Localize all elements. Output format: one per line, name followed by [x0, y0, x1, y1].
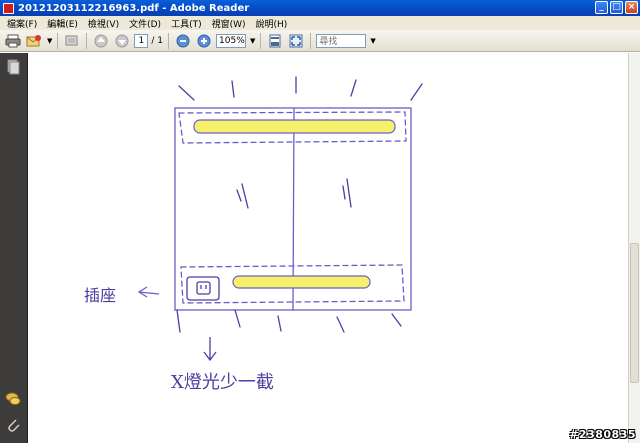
zoom-input[interactable]: 105% [216, 33, 247, 48]
minimize-button[interactable]: _ [595, 1, 608, 14]
toolbar: ▼ 1 / 1 105% ▼ 尋找 ▼ [0, 30, 640, 52]
menu-edit[interactable]: 編輯(E) [42, 17, 83, 30]
socket-arrow [137, 286, 160, 298]
next-page-button[interactable] [113, 33, 131, 49]
arrow-down-icon [115, 34, 129, 47]
chevron-down-icon[interactable]: ▼ [370, 37, 375, 45]
select-hand-icon [65, 35, 78, 45]
email-button[interactable] [25, 33, 43, 49]
document-page: 插座 X燈光少一截 [29, 53, 628, 443]
prev-page-button[interactable] [92, 33, 110, 49]
lamp-note-label: X燈光少一截 [171, 372, 274, 393]
toolbar-divider [310, 32, 312, 49]
page-total: / 1 [151, 35, 164, 46]
fit-page-icon [269, 34, 281, 47]
close-button[interactable]: × [625, 1, 638, 14]
window-controls: _ □ × [595, 1, 638, 14]
watermark: #2380835 [569, 428, 636, 441]
socket-label: 插座 [84, 286, 116, 305]
title-bar: 20121203112216963.pdf - Adobe Reader _ □… [0, 0, 640, 16]
menu-help[interactable]: 說明(H) [251, 17, 293, 30]
adobe-reader-icon [3, 2, 14, 14]
toolbar-divider [168, 32, 170, 49]
comments-icon[interactable] [5, 391, 21, 407]
maximize-button[interactable]: □ [610, 1, 623, 14]
menu-view[interactable]: 檢視(V) [83, 17, 124, 30]
chevron-down-icon[interactable]: ▼ [250, 37, 255, 45]
socket [186, 276, 220, 301]
zoom-out-button[interactable] [174, 33, 192, 49]
fullscreen-button[interactable] [287, 33, 305, 49]
menu-bar: 檔案(F) 編輯(E) 檢視(V) 文件(D) 工具(T) 視窗(W) 說明(H… [0, 16, 640, 30]
top-fluorescent-tube [193, 119, 396, 134]
find-input[interactable] [316, 33, 367, 48]
down-arrow [203, 337, 217, 362]
pages-icon[interactable] [5, 59, 21, 75]
zoom-out-icon [176, 34, 190, 47]
menu-window[interactable]: 視窗(W) [207, 17, 251, 30]
expand-icon [289, 34, 303, 47]
menu-file[interactable]: 檔案(F) [2, 17, 42, 30]
print-button[interactable] [4, 33, 22, 49]
email-icon [26, 34, 41, 46]
paperclip-icon[interactable] [5, 417, 21, 433]
window-title: 20121203112216963.pdf - Adobe Reader [18, 2, 250, 14]
toolbar-divider [86, 32, 88, 49]
toolbar-divider [260, 32, 262, 49]
scrollbar-thumb[interactable] [630, 243, 639, 383]
navigation-sidebar [0, 53, 28, 443]
chevron-down-icon[interactable]: ▼ [47, 37, 52, 45]
menu-tools[interactable]: 工具(T) [166, 17, 207, 30]
page-number-input[interactable]: 1 [134, 33, 149, 48]
printer-icon [5, 34, 21, 47]
hand-drawn-sketch: 插座 X燈光少一截 [84, 76, 423, 393]
zoom-in-icon [197, 34, 211, 47]
menu-document[interactable]: 文件(D) [124, 17, 166, 30]
hand-tool-button[interactable] [63, 33, 81, 49]
toolbar-divider [57, 32, 59, 49]
zoom-in-button[interactable] [195, 33, 213, 49]
fit-page-button[interactable] [266, 33, 284, 49]
vertical-scrollbar[interactable] [628, 53, 640, 443]
arrow-up-icon [94, 34, 108, 47]
bottom-fluorescent-tube [232, 275, 371, 289]
light-rays [176, 76, 423, 333]
